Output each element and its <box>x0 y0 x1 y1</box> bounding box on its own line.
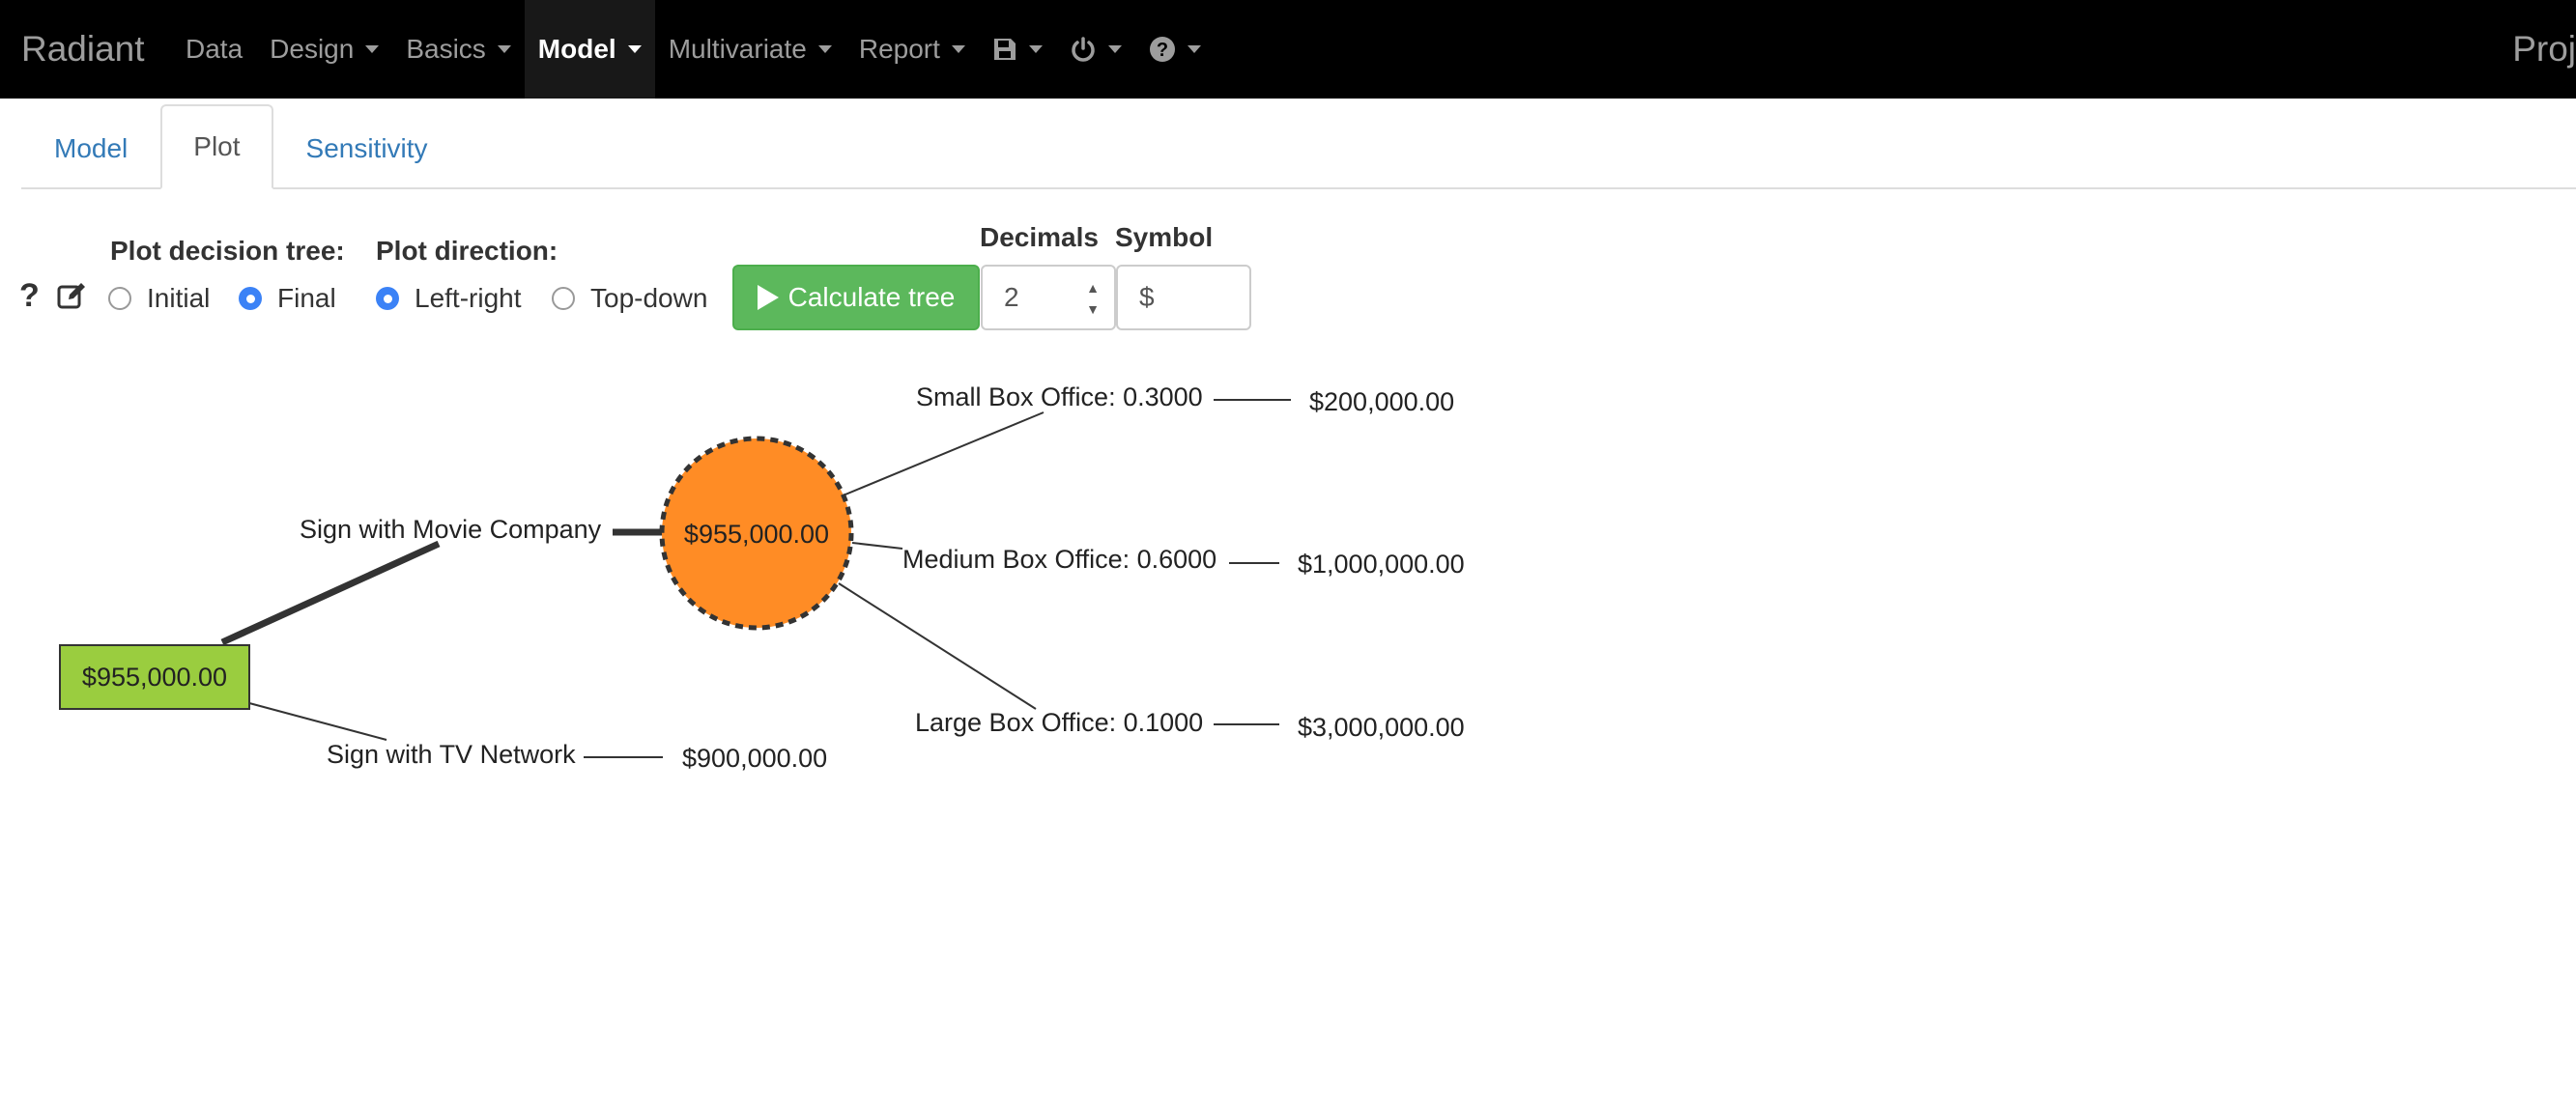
branch-label-tv: Sign with TV Network <box>327 740 576 769</box>
decision-node-value: $955,000.00 <box>82 663 227 692</box>
outcome-large-label: Large Box Office: 0.1000 <box>915 708 1203 737</box>
branch-label-movie: Sign with Movie Company <box>300 515 602 544</box>
outcome-medium-payoff: $1,000,000.00 <box>1298 550 1465 579</box>
decision-tree-plot: $955,000.00 $955,000.00 Sign with Movie … <box>59 382 1465 773</box>
outcome-small-payoff: $200,000.00 <box>1309 387 1454 416</box>
edge-chance-large <box>838 582 1037 710</box>
outcome-medium-label: Medium Box Office: 0.6000 <box>902 545 1216 574</box>
tv-payoff: $900,000.00 <box>682 744 827 773</box>
edge-chance-small <box>840 411 1045 497</box>
outcome-large-payoff: $3,000,000.00 <box>1298 713 1465 742</box>
outcome-small-label: Small Box Office: 0.3000 <box>916 382 1203 411</box>
edge-root-tv <box>248 702 387 741</box>
edge-chance-medium <box>851 542 903 550</box>
edge-root-movie <box>220 540 441 646</box>
chance-node-value: $955,000.00 <box>684 520 829 549</box>
